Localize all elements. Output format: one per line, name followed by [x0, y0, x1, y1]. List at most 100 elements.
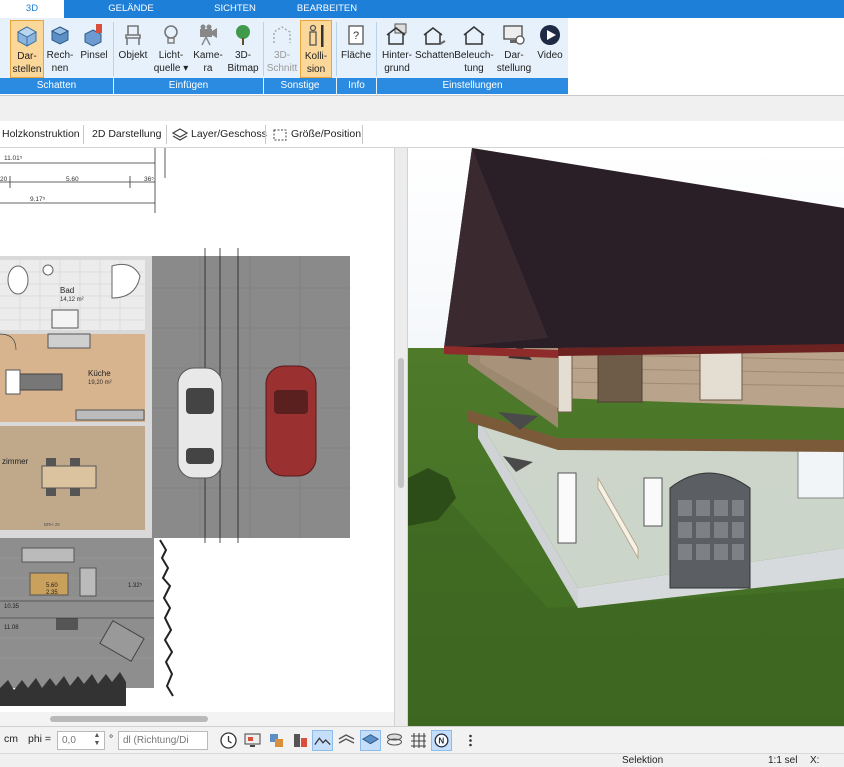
clock-icon[interactable] — [218, 730, 239, 751]
house-light-icon — [463, 26, 485, 45]
plan-note: BRH 25 — [44, 522, 60, 527]
beleuchtung-label-2: tung — [464, 63, 484, 74]
degree-label: ° — [109, 733, 114, 745]
status-mode: Selektion — [622, 755, 664, 766]
group-separator — [336, 22, 337, 76]
section-icon — [273, 26, 291, 43]
house-cube-icon — [16, 26, 38, 47]
hintergrund-label-1: Hinter- — [381, 50, 412, 61]
unit-label: cm — [4, 733, 18, 745]
direction-select[interactable]: dl (Richtung/Di — [118, 731, 208, 750]
tab-bearbeiten[interactable]: BEARBEITEN — [288, 0, 366, 18]
plan-horizontal-scrollbar[interactable] — [0, 712, 394, 726]
floor-plan-view[interactable]: 11.01⁵ 20 5.60 36⁵ 9.17⁵ Bad 14,12 m² Kü… — [0, 148, 394, 712]
terrain-icon[interactable] — [312, 730, 333, 751]
scrollbar-thumb[interactable] — [50, 716, 208, 722]
beleuchtung-button[interactable]: Beleuch- tung — [454, 20, 494, 78]
north-icon[interactable]: N — [431, 730, 452, 751]
ribbon-tab-bar: 3D GELÄNDE SICHTEN BEARBEITEN — [0, 0, 844, 18]
cube-icon — [50, 26, 70, 45]
group-label-einfuegen: Einfügen — [114, 78, 263, 94]
floor-layer-icon[interactable] — [360, 730, 381, 751]
pinsel-label: Pinsel — [80, 50, 108, 61]
layers-icon — [172, 128, 188, 141]
grid-icon[interactable] — [408, 730, 429, 751]
layer-geschoss-button[interactable]: Layer/Geschoss — [189, 125, 267, 144]
render-icon[interactable] — [266, 730, 287, 751]
3d-bitmap-label-1: 3D- — [234, 50, 252, 61]
dim-label: 20 — [0, 176, 8, 183]
more-options-icon[interactable] — [460, 730, 481, 751]
lichtquelle-label-2: quelle ▾ — [153, 63, 189, 74]
group-label-sonstige: Sonstige — [264, 78, 336, 94]
room-name-kueche: Küche — [88, 369, 111, 378]
hintergrund-button[interactable]: Hinter- grund — [379, 20, 415, 78]
floor-plan-canvas: 11.01⁵ 20 5.60 36⁵ 9.17⁵ Bad 14,12 m² Kü… — [0, 148, 350, 708]
3d-scene — [408, 148, 844, 726]
ribbon: Dar- stellen Rech- nen Pinsel Objekt Lic… — [0, 18, 844, 96]
rechnen-label-1: Rech- — [46, 50, 74, 61]
bulb-icon — [164, 25, 178, 44]
video-label: Video — [537, 50, 563, 61]
group-separator — [113, 22, 114, 76]
groesse-position-button[interactable]: Größe/Position — [289, 125, 361, 144]
house-shadow-icon — [423, 27, 446, 45]
chair-icon — [125, 25, 141, 45]
dim-label: 36⁵ — [144, 176, 154, 183]
kollision-label-2: sion — [306, 64, 326, 75]
pinsel-button[interactable]: Pinsel — [78, 20, 110, 78]
darstellen-button[interactable]: Dar- stellen — [10, 20, 44, 78]
darstellung-label-1: Dar- — [504, 50, 524, 61]
house-bg-icon — [386, 23, 407, 45]
roof-tiles-icon[interactable] — [336, 730, 357, 751]
toolbar-separator — [265, 125, 266, 144]
svg-text:N: N — [438, 737, 444, 746]
phi-spinner[interactable]: ▲ ▼ — [90, 732, 104, 749]
objekt-label: Objekt — [118, 50, 148, 61]
darstellung-button[interactable]: Dar- stellung — [494, 20, 534, 78]
objekt-button[interactable]: Objekt — [117, 20, 149, 78]
view-splitter[interactable] — [394, 148, 408, 726]
tab-gelaende[interactable]: GELÄNDE — [92, 0, 170, 18]
resize-icon — [273, 129, 287, 141]
status-scale: 1:1 sel — [768, 755, 798, 766]
kamera-button[interactable]: Kame- ra — [192, 20, 224, 78]
3d-view[interactable] — [408, 148, 844, 726]
room-name-zimmer: zimmer — [2, 457, 29, 466]
stack-icon[interactable] — [384, 730, 405, 751]
3d-schnitt-button[interactable]: 3D- Schnitt — [266, 20, 298, 78]
status-x-label: X: — [810, 755, 820, 766]
rechnen-label-2: nen — [51, 63, 69, 74]
2d-darstellung-button[interactable]: 2D Darstellung — [90, 125, 164, 144]
view-toolbar: Holzkonstruktion 2D Darstellung Layer/Ge… — [0, 121, 844, 148]
hintergrund-label-2: grund — [384, 63, 410, 74]
3d-bitmap-button[interactable]: 3D- Bitmap — [226, 20, 260, 78]
group-label-einstellungen: Einstellungen — [377, 78, 568, 94]
group-label-info: Info — [337, 78, 376, 94]
lichtquelle-button[interactable]: Licht- quelle ▾ — [153, 20, 189, 78]
tab-3d[interactable]: 3D — [0, 0, 64, 18]
rechnen-button[interactable]: Rech- nen — [46, 20, 74, 78]
flaeche-button[interactable]: ? Fläche — [339, 20, 373, 78]
dim-label: 11.08 — [4, 625, 19, 631]
lichtquelle-label-1: Licht- — [158, 50, 184, 61]
dim-label: 5.60 — [46, 583, 58, 589]
screen-icon[interactable] — [242, 730, 263, 751]
app-window: 3D GELÄNDE SICHTEN BEARBEITEN Dar- stell… — [0, 0, 844, 767]
toolbar-separator — [166, 125, 167, 144]
phi-label: phi = — [28, 733, 52, 745]
dim-label: 1.32⁵ — [128, 582, 143, 589]
flaeche-label: Fläche — [340, 50, 371, 61]
kollision-button[interactable]: Kolli- sion — [300, 20, 332, 78]
3d-bitmap-label-2: Bitmap — [227, 63, 259, 74]
holzkonstruktion-button[interactable]: Holzkonstruktion — [0, 125, 82, 144]
splitter-handle[interactable] — [398, 358, 404, 488]
tab-sichten[interactable]: SICHTEN — [196, 0, 274, 18]
tree-icon — [236, 25, 250, 45]
room-name-bad: Bad — [60, 286, 74, 295]
toolbar-separator — [362, 125, 363, 144]
video-button[interactable]: Video — [534, 20, 566, 78]
kamera-label-1: Kame- — [193, 50, 223, 61]
material-icon[interactable] — [290, 730, 311, 751]
schatten-button[interactable]: Schatten — [415, 20, 454, 78]
